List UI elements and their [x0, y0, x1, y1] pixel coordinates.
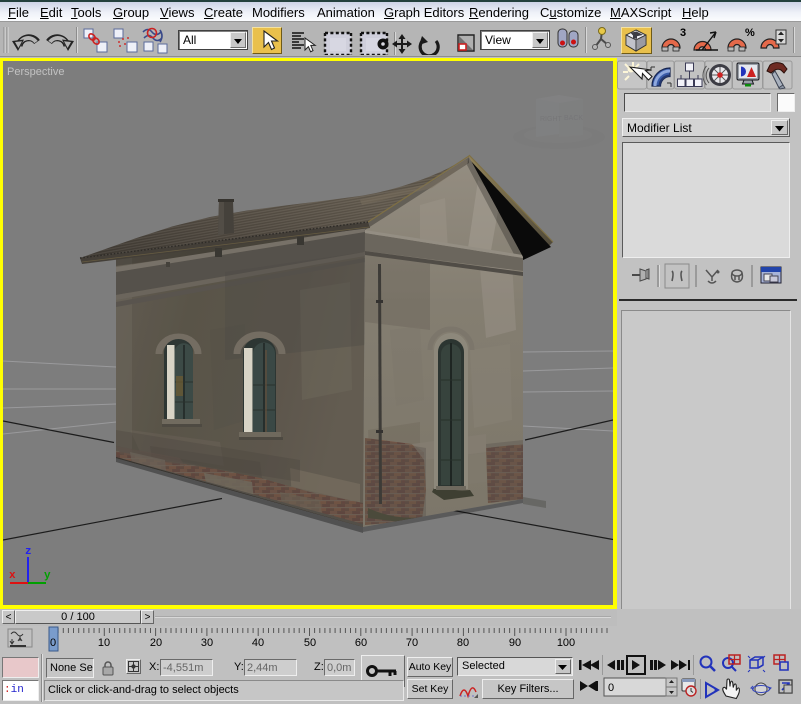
svg-text:y: y [44, 570, 51, 582]
svg-text:40: 40 [252, 637, 264, 649]
svg-text:10: 10 [98, 637, 110, 649]
svg-text:%: % [745, 27, 755, 39]
svg-text:0: 0 [608, 682, 614, 694]
svg-text:3: 3 [680, 27, 686, 39]
svg-text:RIGHT: RIGHT [540, 116, 563, 123]
svg-text:0: 0 [50, 637, 56, 649]
svg-text:70: 70 [406, 637, 418, 649]
svg-text:90: 90 [509, 637, 521, 649]
svg-text:Perspective: Perspective [7, 66, 64, 78]
svg-text:50: 50 [304, 637, 316, 649]
svg-text:BACK: BACK [564, 115, 583, 122]
svg-text:z: z [25, 546, 32, 558]
svg-text:x: x [9, 570, 16, 582]
svg-text:30: 30 [201, 637, 213, 649]
svg-text:20: 20 [150, 637, 162, 649]
svg-text:60: 60 [355, 637, 367, 649]
svg-text:100: 100 [557, 637, 575, 649]
svg-text:80: 80 [457, 637, 469, 649]
